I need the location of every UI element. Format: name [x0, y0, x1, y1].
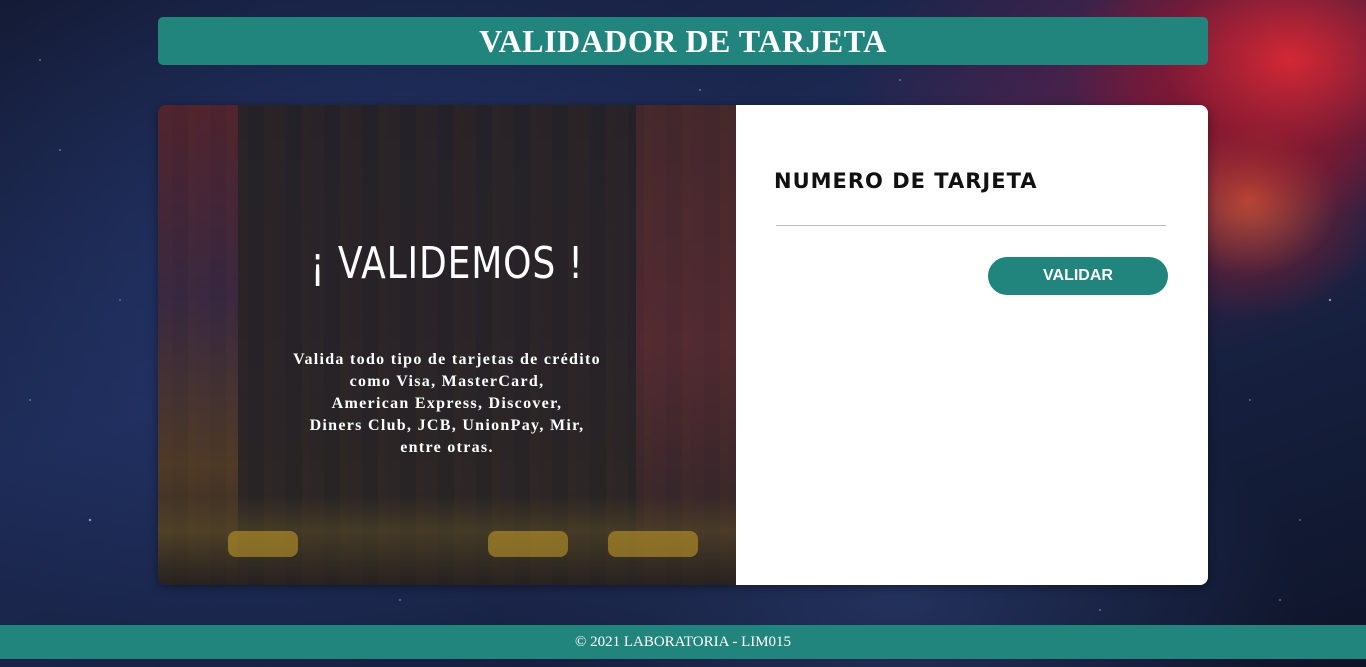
card-number-input[interactable]: [776, 199, 1166, 226]
intro-description-line: Valida todo tipo de tarjetas de crédito: [293, 351, 601, 368]
intro-description-line: entre otras.: [400, 439, 494, 456]
taxi-image: [488, 531, 568, 557]
page-header: VALIDADOR DE TARJETA: [158, 17, 1208, 65]
form-panel: NUMERO DE TARJETA VALIDAR: [736, 105, 1208, 585]
page-title: VALIDADOR DE TARJETA: [479, 22, 887, 59]
intro-description: Valida todo tipo de tarjetas de crédito …: [262, 349, 632, 459]
card-number-label: NUMERO DE TARJETA: [774, 169, 1038, 193]
intro-description-line: como Visa, MasterCard,: [349, 373, 545, 390]
intro-description-line: American Express, Discover,: [331, 395, 563, 412]
validator-card: ¡ VALIDEMOS ! Valida todo tipo de tarjet…: [158, 105, 1208, 585]
taxi-image: [608, 531, 698, 557]
page-footer: © 2021 LABORATORIA - LIM015: [0, 625, 1366, 659]
taxi-image: [228, 531, 298, 557]
intro-title: ¡ VALIDEMOS !: [310, 238, 584, 289]
intro-description-line: Diners Club, JCB, UnionPay, Mir,: [309, 417, 585, 434]
intro-panel: ¡ VALIDEMOS ! Valida todo tipo de tarjet…: [158, 105, 736, 585]
validate-button[interactable]: VALIDAR: [988, 257, 1168, 295]
footer-text: © 2021 LABORATORIA - LIM015: [574, 633, 792, 650]
